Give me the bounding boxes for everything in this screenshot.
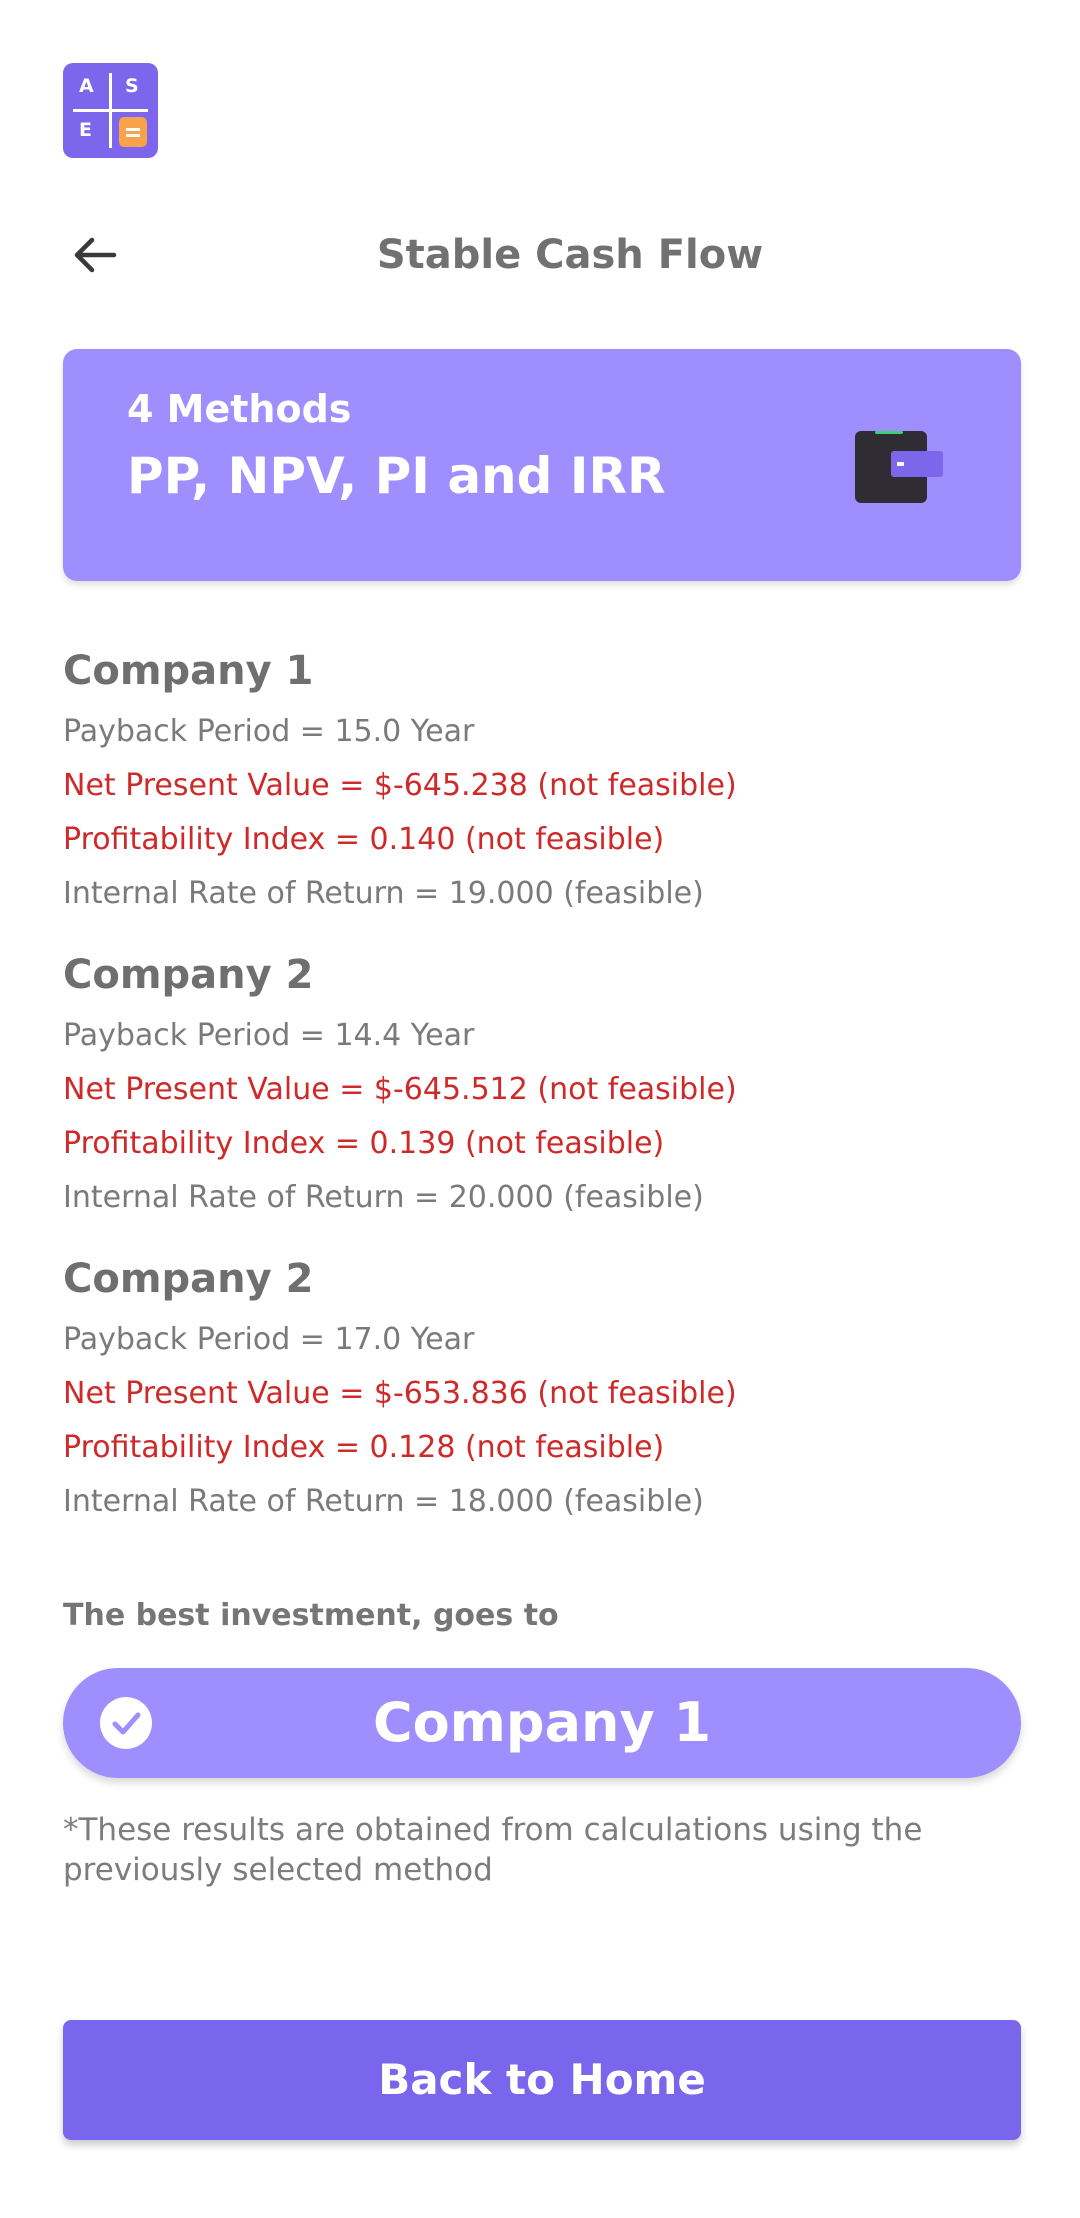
payback-period: Payback Period = 17.0 Year [63,1322,475,1357]
equals-icon [119,117,147,147]
company-name: Company 2 [63,1256,314,1302]
company-name: Company 2 [63,952,314,998]
net-present-value: Net Present Value = $-645.238 (not feasi… [63,768,737,803]
internal-rate-of-return: Internal Rate of Return = 20.000 (feasib… [63,1180,704,1215]
company-name: Company 1 [63,648,314,694]
banner-subtitle: 4 Methods [127,387,352,431]
page-title: Stable Cash Flow [376,232,764,278]
banner-title: PP, NPV, PI and IRR [127,447,666,505]
wallet-icon [851,427,947,507]
best-investment-label: The best investment, goes to [63,1598,559,1633]
logo-letter-a: A [79,75,94,97]
company-result-2: Company 2 Payback Period = 14.4 Year Net… [63,948,737,1218]
logo-divider-horizontal [73,109,148,112]
logo-letter-e: E [79,119,92,141]
net-present-value: Net Present Value = $-653.836 (not feasi… [63,1376,737,1411]
best-investment-badge: Company 1 [63,1668,1021,1778]
company-result-3: Company 2 Payback Period = 17.0 Year Net… [63,1252,737,1522]
profitability-index: Profitability Index = 0.128 (not feasibl… [63,1430,665,1465]
company-result-1: Company 1 Payback Period = 15.0 Year Net… [63,644,737,914]
app-logo: A S E [63,63,158,158]
winner-company: Company 1 [372,1691,712,1754]
payback-period: Payback Period = 14.4 Year [63,1018,475,1053]
calculation-note: *These results are obtained from calcula… [63,1812,923,1888]
net-present-value: Net Present Value = $-645.512 (not feasi… [63,1072,737,1107]
profitability-index: Profitability Index = 0.139 (not feasibl… [63,1126,665,1161]
methods-banner: 4 Methods PP, NPV, PI and IRR [63,349,1021,581]
logo-letter-s: S [125,75,139,97]
payback-period: Payback Period = 15.0 Year [63,714,475,749]
internal-rate-of-return: Internal Rate of Return = 18.000 (feasib… [63,1484,704,1519]
internal-rate-of-return: Internal Rate of Return = 19.000 (feasib… [63,876,704,911]
back-to-home-button[interactable]: Back to Home [63,2020,1021,2140]
profitability-index: Profitability Index = 0.140 (not feasibl… [63,822,665,857]
